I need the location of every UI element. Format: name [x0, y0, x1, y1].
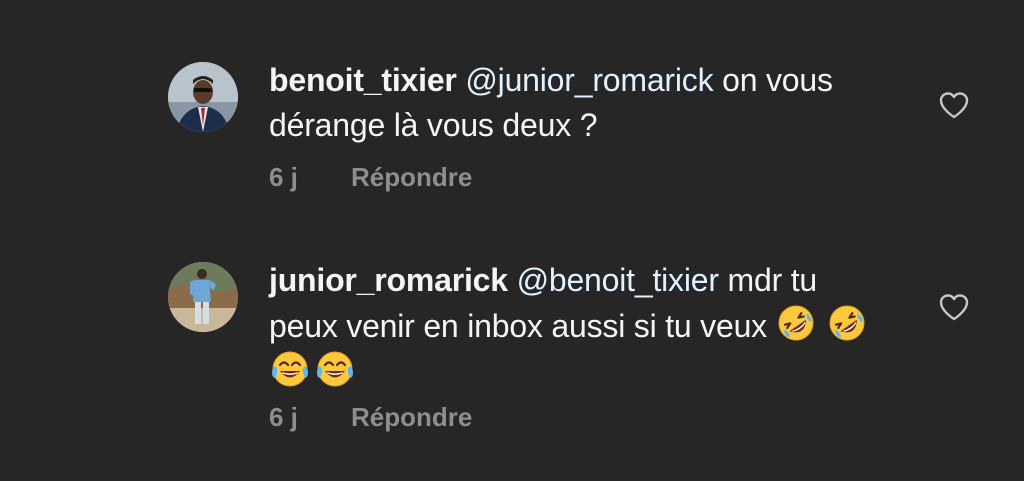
- comment-username[interactable]: junior_romarick: [269, 262, 508, 298]
- reply-button[interactable]: Répondre: [351, 402, 472, 432]
- heart-outline-icon[interactable]: [938, 292, 970, 322]
- heart-outline-icon[interactable]: [938, 90, 970, 120]
- avatar[interactable]: [168, 62, 238, 132]
- comment-username[interactable]: benoit_tixier: [269, 62, 457, 98]
- comment-meta: 6 j Répondre: [269, 402, 472, 433]
- face-with-tears-of-joy-icon: [314, 349, 356, 389]
- reply-button[interactable]: Répondre: [351, 162, 472, 192]
- comment-text: junior_romarick @benoit_tixier mdr tu pe…: [269, 258, 889, 395]
- comment-mention[interactable]: @benoit_tixier: [517, 262, 719, 298]
- comment-mention[interactable]: @junior_romarick: [465, 62, 713, 98]
- rolling-on-floor-laughing-icon: [827, 303, 867, 343]
- comment-text: benoit_tixier @junior_romarick on vous d…: [269, 58, 889, 148]
- face-with-tears-of-joy-icon: [269, 349, 311, 389]
- avatar[interactable]: [168, 262, 238, 332]
- comment-meta: 6 j Répondre: [269, 162, 472, 193]
- comment-timestamp: 6 j: [269, 402, 298, 432]
- rolling-on-floor-laughing-icon: [776, 303, 816, 343]
- comment-timestamp: 6 j: [269, 162, 298, 192]
